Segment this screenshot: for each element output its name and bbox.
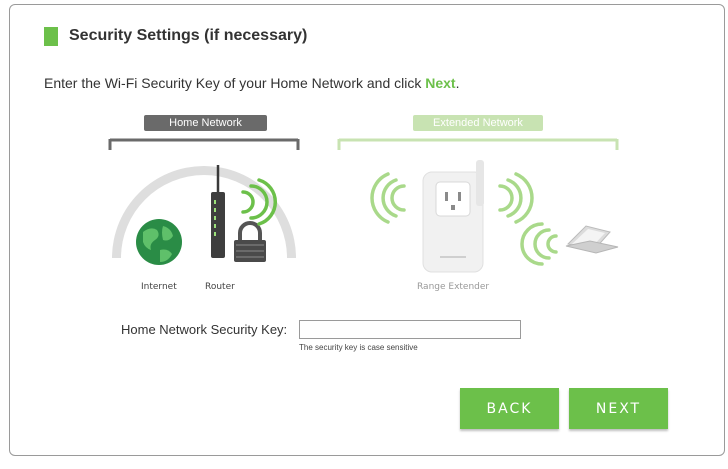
security-key-label: Home Network Security Key: <box>121 322 288 337</box>
section-header: Security Settings (if necessary) <box>44 26 307 46</box>
instruction-text: Enter the Wi-Fi Security Key of your Hom… <box>44 75 459 91</box>
instruction-next-highlight: Next <box>425 75 456 91</box>
instruction-body: Enter the Wi-Fi Security Key of your Hom… <box>44 75 426 91</box>
section-marker <box>44 26 58 46</box>
instruction-suffix: . <box>455 75 460 91</box>
security-key-hint: The security key is case sensitive <box>299 343 418 352</box>
next-button[interactable]: NEXT <box>569 388 668 429</box>
back-button[interactable]: BACK <box>460 388 559 429</box>
page-title: Security Settings (if necessary) <box>69 27 308 44</box>
security-key-input[interactable] <box>299 320 521 339</box>
